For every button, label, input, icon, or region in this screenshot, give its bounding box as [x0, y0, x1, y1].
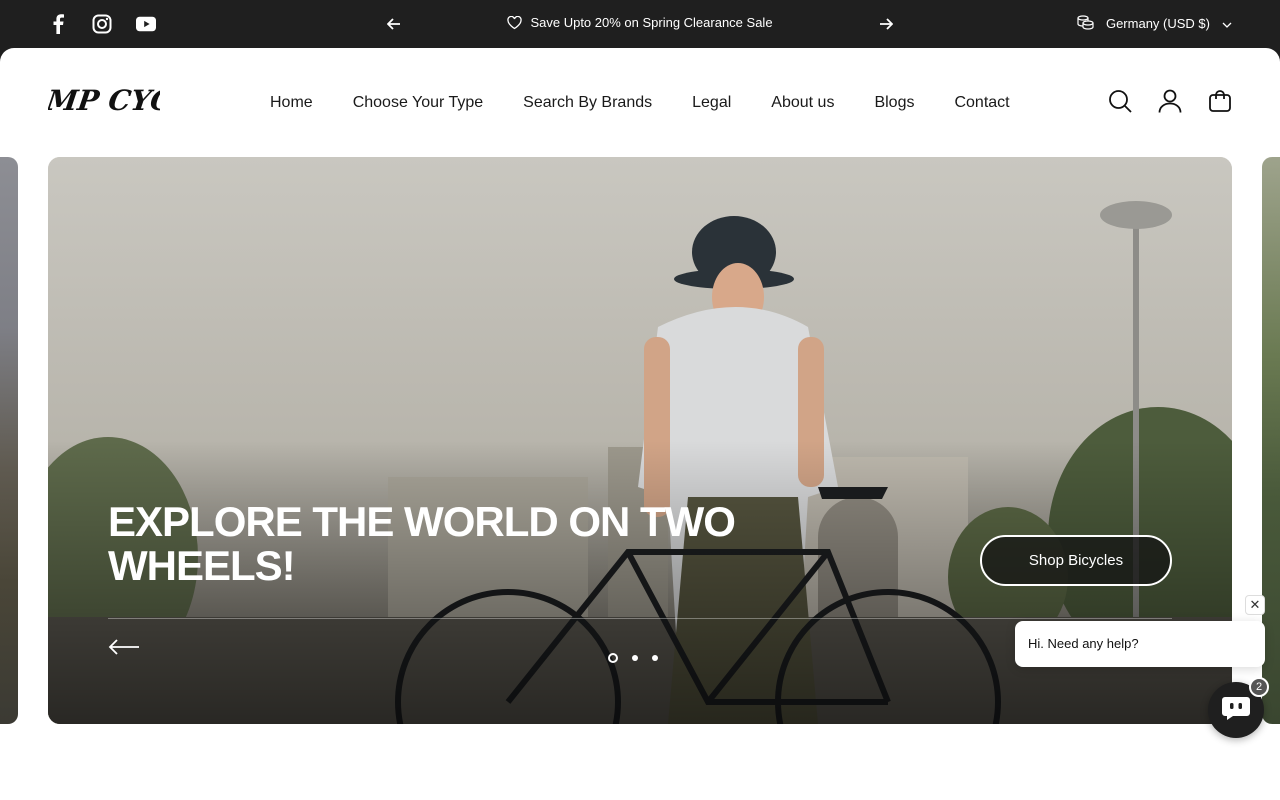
nav-blogs[interactable]: Blogs: [874, 94, 914, 112]
hero-title: EXPLORE THE WORLD ON TWO WHEELS!: [108, 498, 736, 589]
nav-contact[interactable]: Contact: [954, 94, 1009, 112]
chat-greeting-text: Hi. Need any help?: [1028, 636, 1139, 651]
svg-text:MP CYCLE: MP CYCLE: [48, 84, 160, 117]
slide-dot-1[interactable]: [608, 653, 618, 663]
logo[interactable]: MP CYCLE: [44, 78, 217, 126]
shop-bicycles-button[interactable]: Shop Bicycles: [980, 535, 1172, 586]
account-icon[interactable]: [1158, 88, 1182, 114]
chat-bot-icon: [1221, 695, 1251, 726]
previous-slide-peek[interactable]: [0, 157, 18, 724]
chat-close-button[interactable]: ✕: [1245, 595, 1265, 615]
slide-pagination: [608, 653, 658, 663]
announcement-bar: Save Upto 20% on Spring Clearance Sale G…: [0, 0, 1280, 48]
main-navigation: Home Choose Your Type Search By Brands L…: [270, 94, 1010, 112]
chat-unread-badge: 2: [1249, 677, 1269, 697]
locale-label: Germany (USD $): [1105, 16, 1210, 31]
slide-prev-arrow-icon[interactable]: [108, 637, 140, 657]
slide-dot-2[interactable]: [632, 655, 638, 661]
coins-icon: [1077, 14, 1094, 33]
nav-home[interactable]: Home: [270, 94, 313, 112]
hero-divider: [108, 618, 1172, 619]
nav-legal[interactable]: Legal: [692, 94, 731, 112]
chat-greeting-bubble[interactable]: Hi. Need any help?: [1015, 621, 1265, 667]
nav-search-by-brands[interactable]: Search By Brands: [523, 94, 652, 112]
locale-selector[interactable]: Germany (USD $): [1077, 14, 1232, 33]
nav-choose-your-type[interactable]: Choose Your Type: [353, 94, 483, 112]
header-actions: [1108, 88, 1232, 114]
announcement-next-arrow-icon[interactable]: [876, 14, 896, 34]
cart-icon[interactable]: [1208, 88, 1232, 114]
slide-dot-3[interactable]: [652, 655, 658, 661]
search-icon[interactable]: [1108, 88, 1132, 114]
chevron-down-icon: [1222, 16, 1232, 31]
announcement-text: Save Upto 20% on Spring Clearance Sale: [530, 15, 773, 30]
heart-icon: [507, 15, 523, 33]
nav-about-us[interactable]: About us: [771, 94, 834, 112]
main-content: MP CYCLE Home Choose Your Type Search By…: [0, 48, 1280, 800]
